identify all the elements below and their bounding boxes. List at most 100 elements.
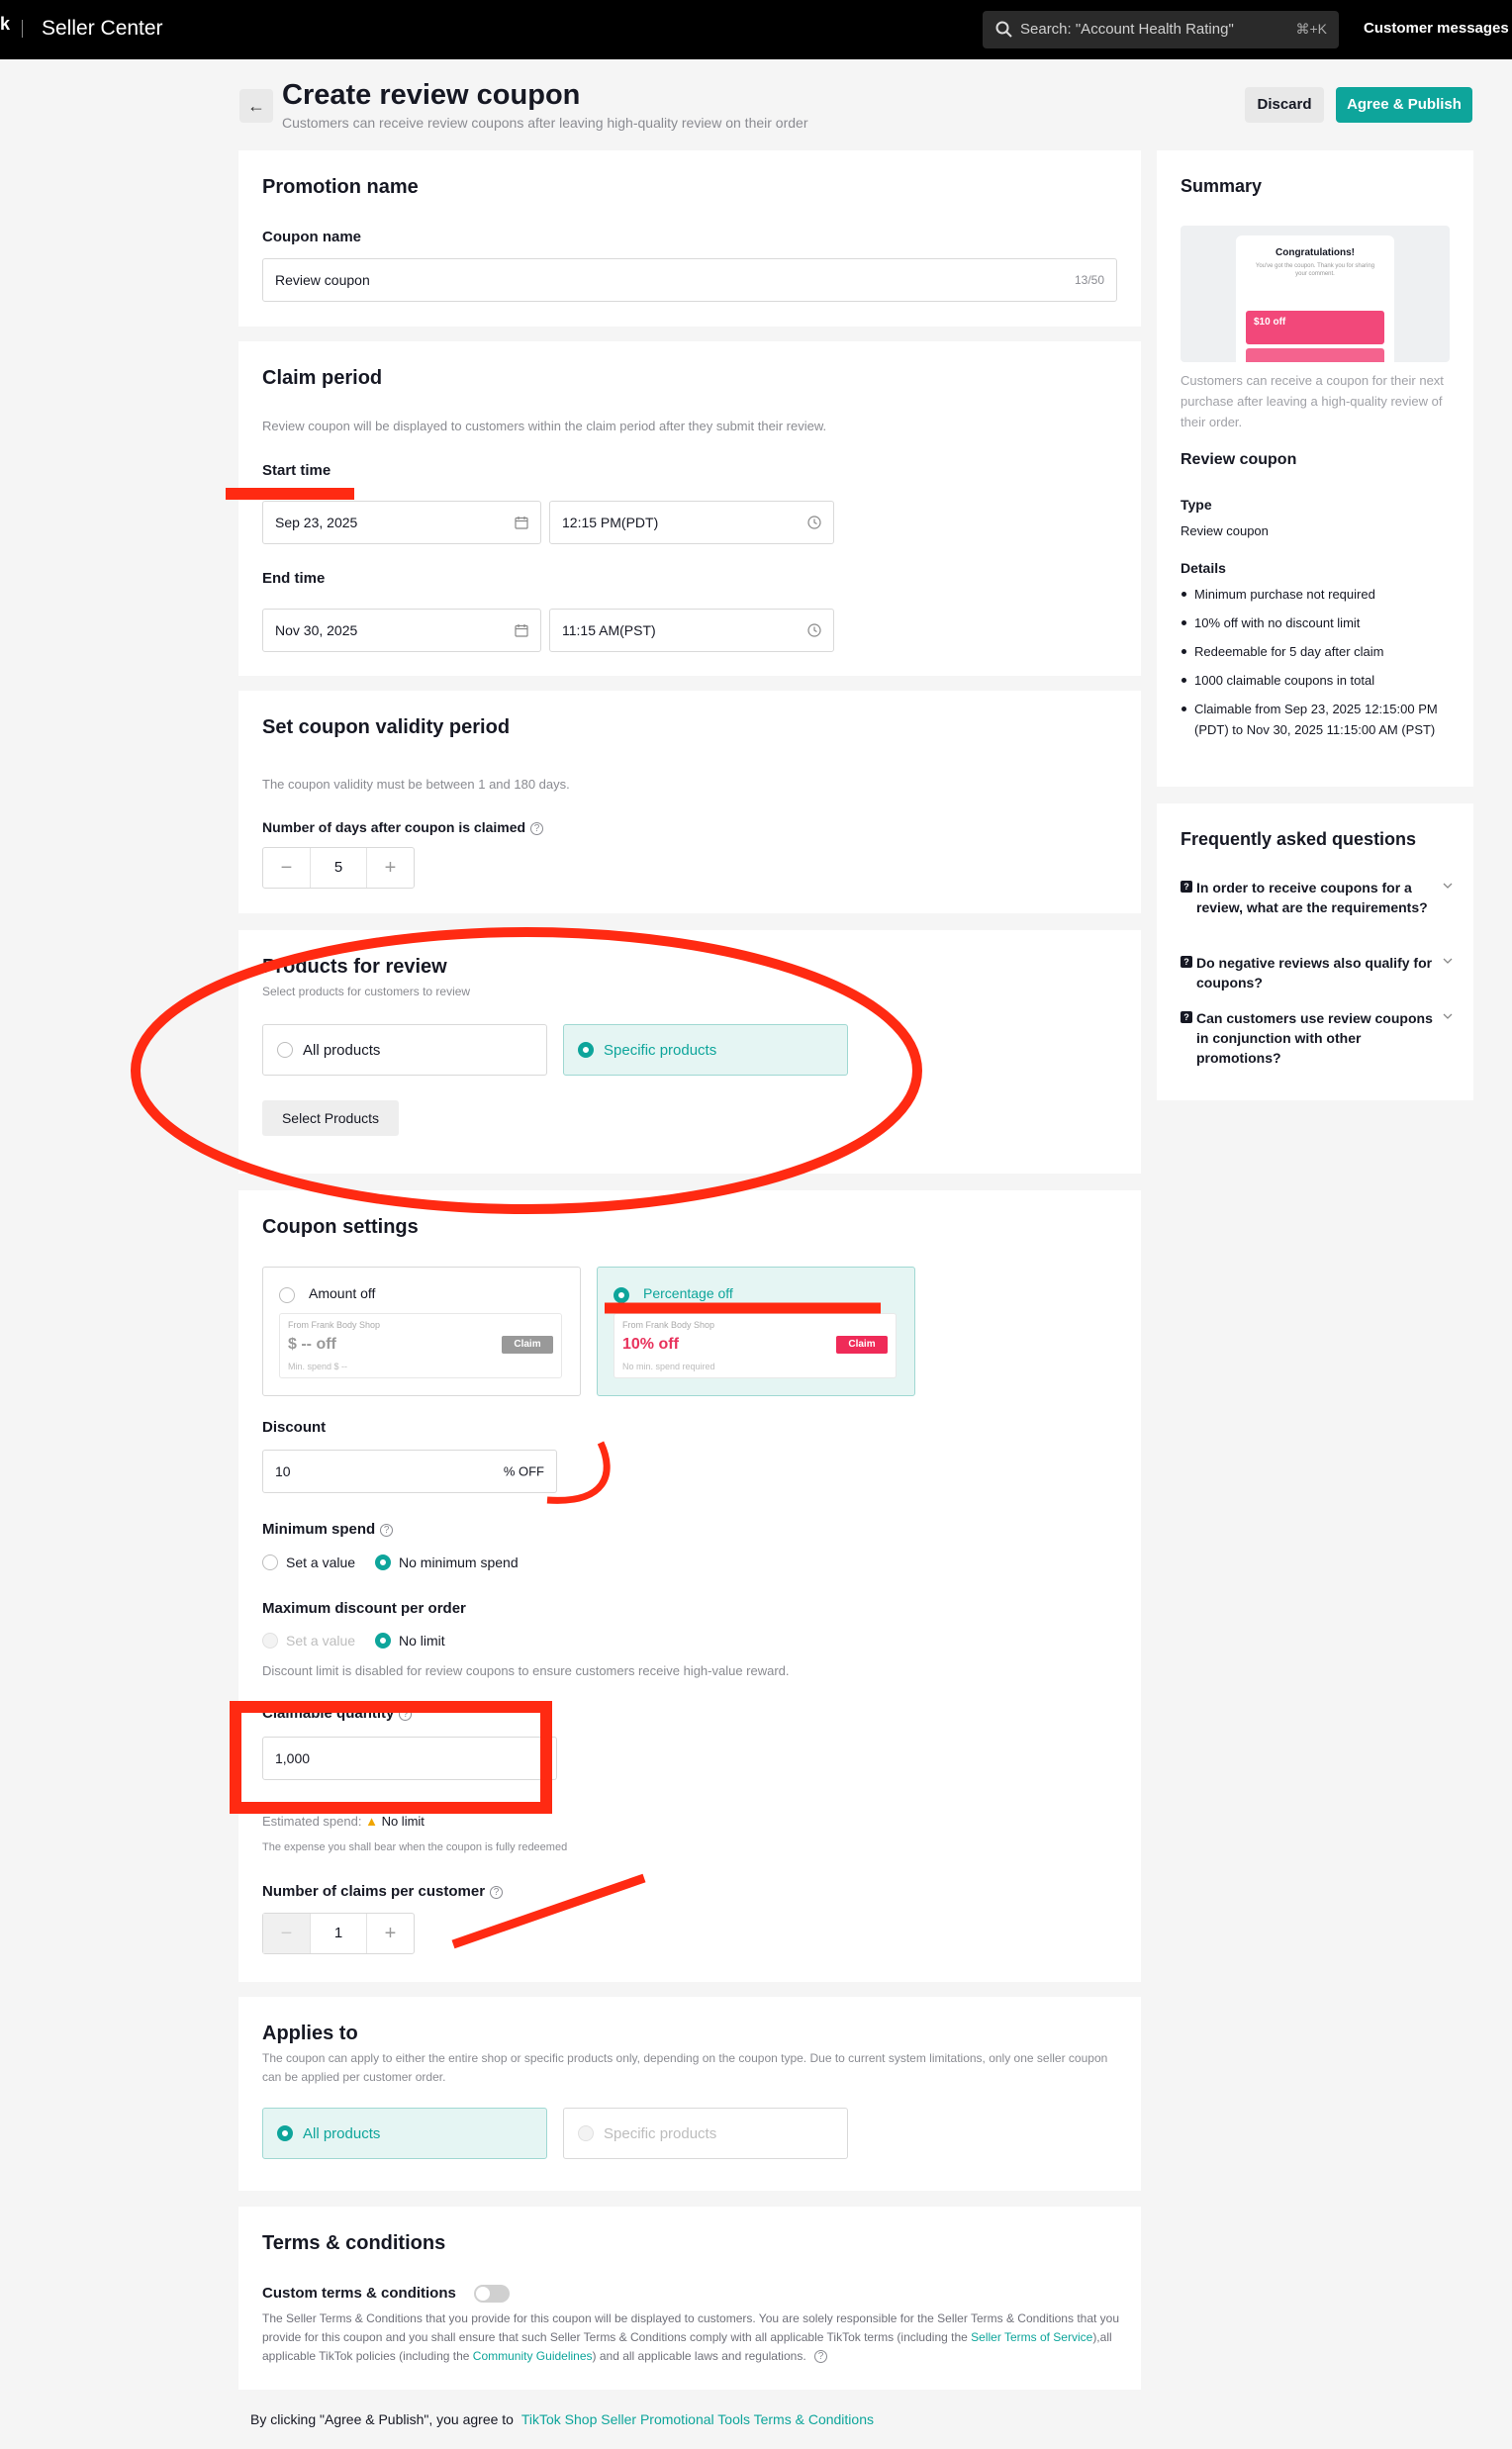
detail-item: 10% off with no discount limit xyxy=(1181,612,1458,633)
percentage-off-option[interactable]: Percentage off From Frank Body Shop 10% … xyxy=(597,1267,915,1396)
top-bar: k Seller Center Search: "Account Health … xyxy=(0,0,1512,59)
faq-question: Can customers use review coupons in conj… xyxy=(1196,1010,1433,1066)
back-arrow-icon[interactable]: ← xyxy=(239,89,273,123)
details-list: Minimum purchase not required 10% off wi… xyxy=(1181,584,1458,748)
summary-caption: Customers can receive a coupon for their… xyxy=(1181,373,1444,429)
end-time-picker[interactable]: 11:15 AM(PST) xyxy=(549,609,834,652)
radio-button[interactable] xyxy=(279,1287,295,1303)
summary-card: Summary Congratulations! You've got the … xyxy=(1157,150,1473,787)
claims-per-customer-stepper[interactable]: − 1 + xyxy=(262,1913,415,1954)
faq-item[interactable]: ? Can customers use review coupons in co… xyxy=(1181,1008,1453,1068)
coupon-min-spend: No min. spend required xyxy=(622,1362,715,1371)
decrement-button[interactable]: − xyxy=(263,848,311,888)
start-date-picker[interactable]: Sep 23, 2025 xyxy=(262,501,541,544)
estimated-value: No limit xyxy=(381,1814,425,1829)
discount-input[interactable]: 10 % OFF xyxy=(262,1450,557,1493)
agree-publish-button[interactable]: Agree & Publish xyxy=(1336,87,1472,123)
custom-terms-toggle[interactable] xyxy=(474,2285,510,2303)
char-count: 13/50 xyxy=(1074,273,1104,287)
brand-name[interactable]: Seller Center xyxy=(42,17,163,41)
specific-products-option[interactable]: Specific products xyxy=(563,1024,848,1076)
radio-button[interactable] xyxy=(277,1042,293,1058)
label-text: Claimable quantity xyxy=(262,1705,395,1722)
preview-coupon-secondary xyxy=(1246,348,1384,362)
coupon-name-label: Coupon name xyxy=(262,229,361,245)
logo-icon[interactable]: k xyxy=(0,14,10,35)
help-icon[interactable]: ? xyxy=(530,822,544,835)
applies-all-products-option[interactable]: All products xyxy=(262,2108,547,2159)
label-text: Number of days after coupon is claimed xyxy=(262,819,526,835)
start-time-label: Start time xyxy=(262,462,331,479)
validity-period-card: Set coupon validity period The coupon va… xyxy=(238,691,1141,913)
option-label: All products xyxy=(303,2125,381,2142)
input-value: Review coupon xyxy=(275,272,370,288)
claimable-quantity-input[interactable]: 1,000 xyxy=(262,1737,557,1780)
min-spend-set-radio[interactable] xyxy=(262,1554,278,1570)
all-products-option[interactable]: All products xyxy=(262,1024,547,1076)
min-spend-none-radio[interactable] xyxy=(375,1554,391,1570)
stepper-value[interactable]: 1 xyxy=(311,1914,366,1953)
end-date-picker[interactable]: Nov 30, 2025 xyxy=(262,609,541,652)
faq-item[interactable]: ? In order to receive coupons for a revi… xyxy=(1181,878,1453,917)
increment-button[interactable]: + xyxy=(366,848,414,888)
section-title: Claim period xyxy=(262,367,383,389)
products-description: Select products for customers to review xyxy=(262,985,471,998)
estimated-spend: Estimated spend: ▲ No limit xyxy=(262,1812,425,1831)
option-label: No minimum spend xyxy=(399,1554,519,1570)
applies-to-card: Applies to The coupon can apply to eithe… xyxy=(238,1997,1141,2191)
coupon-name-input[interactable]: Review coupon 13/50 xyxy=(262,258,1117,302)
search-bar[interactable]: Search: "Account Health Rating" ⌘+K xyxy=(983,11,1339,48)
radio-button[interactable] xyxy=(614,1287,629,1303)
section-title: Coupon settings xyxy=(262,1216,419,1238)
option-label: Percentage off xyxy=(643,1285,733,1301)
help-icon[interactable]: ? xyxy=(490,1886,504,1899)
search-placeholder: Search: "Account Health Rating" xyxy=(1020,21,1234,38)
footer-text: By clicking "Agree & Publish", you agree… xyxy=(250,2411,514,2427)
amount-off-option[interactable]: Amount off From Frank Body Shop $ -- off… xyxy=(262,1267,581,1396)
coupon-preview: From Frank Body Shop $ -- off Min. spend… xyxy=(279,1313,562,1378)
claim-period-card: Claim period Review coupon will be displ… xyxy=(238,341,1141,676)
community-guidelines-link[interactable]: Community Guidelines xyxy=(473,2349,593,2363)
start-time-picker[interactable]: 12:15 PM(PDT) xyxy=(549,501,834,544)
help-icon[interactable]: ? xyxy=(399,1708,413,1721)
coupon-amount: $ -- off xyxy=(288,1336,336,1353)
max-discount-note: Discount limit is disabled for review co… xyxy=(262,1663,790,1678)
search-icon xyxy=(995,21,1012,38)
coupon-preview: From Frank Body Shop 10% off No min. spe… xyxy=(614,1313,897,1378)
shop-name: From Frank Body Shop xyxy=(288,1320,381,1330)
stepper-value[interactable]: 5 xyxy=(311,848,366,888)
preview-coupon: $10 off xyxy=(1246,311,1384,344)
input-value: 1,000 xyxy=(275,1750,311,1766)
select-products-button[interactable]: Select Products xyxy=(262,1100,399,1136)
claimable-quantity-label: Claimable quantity? xyxy=(262,1705,413,1722)
customer-messages-link[interactable]: Customer messages xyxy=(1364,20,1509,37)
section-title: Applies to xyxy=(262,2023,358,2044)
seller-terms-link[interactable]: Seller Terms of Service xyxy=(971,2330,1092,2344)
clock-icon xyxy=(807,516,821,529)
faq-question: In order to receive coupons for a review… xyxy=(1196,880,1428,915)
increment-button[interactable]: + xyxy=(366,1914,414,1953)
claims-per-customer-label: Number of claims per customer? xyxy=(262,1883,504,1900)
discard-button[interactable]: Discard xyxy=(1245,87,1324,123)
coupon-min-spend: Min. spend $ -- xyxy=(288,1362,348,1371)
option-label: All products xyxy=(303,1042,381,1059)
radio-button[interactable] xyxy=(578,1042,594,1058)
input-value: 10 xyxy=(275,1463,291,1479)
detail-item: Minimum purchase not required xyxy=(1181,584,1458,605)
help-icon[interactable]: ? xyxy=(814,2350,827,2363)
radio-button[interactable] xyxy=(277,2125,293,2141)
claim-description: Review coupon will be displayed to custo… xyxy=(262,419,827,433)
faq-item[interactable]: ? Do negative reviews also qualify for c… xyxy=(1181,953,1453,992)
days-stepper[interactable]: − 5 + xyxy=(262,847,415,889)
max-discount-label: Maximum discount per order xyxy=(262,1600,466,1617)
discount-suffix: % OFF xyxy=(503,1463,544,1479)
question-icon: ? xyxy=(1181,881,1192,893)
input-value: Sep 23, 2025 xyxy=(275,515,358,530)
max-discount-none-radio[interactable] xyxy=(375,1633,391,1648)
coupon-preview-image: Congratulations! You've got the coupon. … xyxy=(1181,226,1450,362)
type-label: Type xyxy=(1181,497,1212,513)
help-icon[interactable]: ? xyxy=(380,1524,394,1537)
section-title: Set coupon validity period xyxy=(262,716,511,738)
applies-description: The coupon can apply to either the entir… xyxy=(262,2051,1108,2084)
promotional-terms-link[interactable]: TikTok Shop Seller Promotional Tools Ter… xyxy=(521,2411,874,2427)
